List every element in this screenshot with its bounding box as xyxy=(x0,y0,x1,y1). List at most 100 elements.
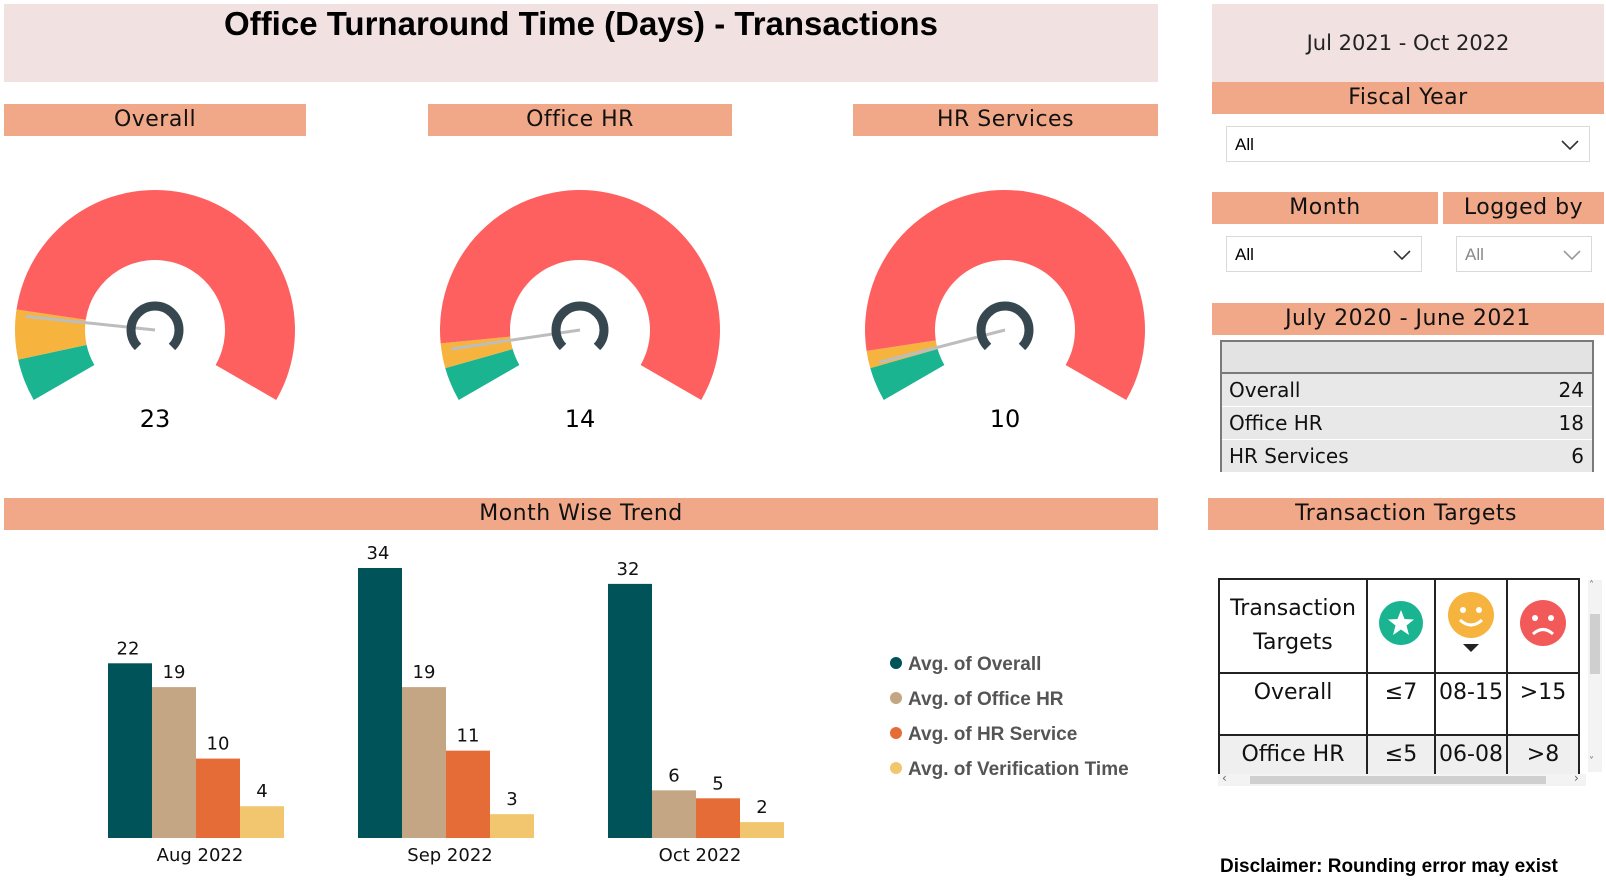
target-good-value: ≤7 xyxy=(1366,672,1436,736)
trend-header: Month Wise Trend xyxy=(4,498,1158,530)
bar xyxy=(696,798,740,838)
bar xyxy=(152,687,196,838)
table-row: HR Services 6 xyxy=(1222,440,1592,473)
bar xyxy=(196,758,240,838)
row-value: 6 xyxy=(1571,444,1584,468)
bar xyxy=(490,814,534,838)
bar xyxy=(108,663,152,838)
scroll-left-icon[interactable]: ‹ xyxy=(1222,771,1227,785)
legend-label: Avg. of Verification Time xyxy=(908,759,1129,780)
targets-header-label: Transaction Targets xyxy=(1218,578,1368,674)
scrollbar-thumb[interactable] xyxy=(1590,614,1600,674)
target-row-name: Office HR xyxy=(1218,734,1368,774)
targets-table: Transaction Targets Overall ≤7 08-15 >15… xyxy=(1218,578,1580,774)
data-label: 34 xyxy=(367,543,390,564)
bar xyxy=(358,568,402,838)
month-selected: All xyxy=(1235,245,1254,264)
fiscal-year-dropdown[interactable]: All xyxy=(1226,126,1590,162)
data-label: 19 xyxy=(413,662,436,683)
month-label: Month xyxy=(1212,192,1438,224)
legend-label: Avg. of Overall xyxy=(908,654,1042,675)
x-tick-label: Aug 2022 xyxy=(157,845,244,866)
data-label: 22 xyxy=(117,638,140,659)
page-title: Office Turnaround Time (Days) - Transact… xyxy=(224,5,938,42)
gauge-header-hr-services: HR Services xyxy=(853,104,1158,136)
data-label: 2 xyxy=(756,797,767,818)
chevron-down-icon xyxy=(1563,250,1581,261)
scroll-up-icon[interactable]: ˄ xyxy=(1589,580,1594,591)
gauge-hub xyxy=(126,301,184,351)
bar xyxy=(652,790,696,838)
star-icon xyxy=(1379,601,1423,645)
target-bad-value: >15 xyxy=(1506,672,1580,736)
data-label: 6 xyxy=(668,765,679,786)
table-row: Office HR ≤5 06-08 >8 xyxy=(1218,734,1580,774)
row-label: Overall xyxy=(1229,378,1301,402)
legend-item[interactable]: Avg. of Verification Time xyxy=(890,759,1129,781)
legend-item[interactable]: Avg. of Overall xyxy=(890,654,1041,676)
table-row: Overall ≤7 08-15 >15 xyxy=(1218,672,1580,736)
logged-by-label: Logged by xyxy=(1443,192,1604,224)
month-dropdown[interactable]: All xyxy=(1226,236,1422,272)
summary-table-header xyxy=(1222,342,1592,374)
logged-by-selected: All xyxy=(1465,245,1484,264)
data-label: 4 xyxy=(256,781,267,802)
scroll-down-icon[interactable]: ˅ xyxy=(1589,756,1594,767)
disclaimer-text: Disclaimer: Rounding error may exist xyxy=(1220,856,1558,877)
smiley-happy-icon xyxy=(1448,592,1494,652)
target-ok-value: 08-15 xyxy=(1434,672,1508,736)
chevron-down-icon xyxy=(1561,140,1579,151)
fiscal-year-selected: All xyxy=(1235,135,1254,154)
legend-dot xyxy=(890,692,902,704)
target-good-header xyxy=(1366,578,1436,674)
table-row: Office HR 18 xyxy=(1222,407,1592,440)
data-label: 32 xyxy=(617,559,640,580)
data-label: 19 xyxy=(163,662,186,683)
data-label: 11 xyxy=(457,726,480,747)
gauge-header-overall: Overall xyxy=(4,104,306,136)
data-label: 10 xyxy=(207,734,230,755)
legend-label: Avg. of HR Service xyxy=(908,724,1078,745)
row-value: 24 xyxy=(1558,378,1584,402)
transaction-targets-header: Transaction Targets xyxy=(1208,498,1604,530)
bar xyxy=(402,687,446,838)
legend-item[interactable]: Avg. of Office HR xyxy=(890,689,1064,711)
table-row: Transaction Targets xyxy=(1218,578,1580,674)
bar xyxy=(446,750,490,838)
gauge-office-hr[interactable] xyxy=(440,189,720,400)
target-row-name: Overall xyxy=(1218,672,1368,736)
logged-by-dropdown[interactable]: All xyxy=(1456,236,1592,272)
trend-bar-chart: 22 19 10 4 Aug 2022 34 19 11 3 Sep 2022 32 6 5 2 Oct 2… xyxy=(108,543,784,866)
horizontal-scrollbar[interactable]: ‹ › xyxy=(1218,771,1586,786)
gauge-overall[interactable] xyxy=(15,189,296,400)
vertical-scrollbar[interactable]: ˄ ˅ xyxy=(1588,580,1602,772)
bar xyxy=(240,806,284,838)
legend-dot xyxy=(890,657,902,669)
target-bad-header xyxy=(1506,578,1580,674)
legend-label: Avg. of Office HR xyxy=(908,689,1064,710)
smiley-sad-icon xyxy=(1520,600,1566,646)
legend-dot xyxy=(890,727,902,739)
target-good-value: ≤5 xyxy=(1366,734,1436,774)
row-label: HR Services xyxy=(1229,444,1349,468)
target-bad-value: >8 xyxy=(1506,734,1580,774)
date-range-label: Jul 2021 - Oct 2022 xyxy=(1212,4,1604,82)
scrollbar-thumb[interactable] xyxy=(1250,776,1546,784)
targets-table-container[interactable]: Transaction Targets Overall ≤7 08-15 >15… xyxy=(1218,578,1586,774)
gauge-value-hr-services: 10 xyxy=(989,405,1021,433)
x-tick-label: Sep 2022 xyxy=(407,845,492,866)
gauge-header-office-hr: Office HR xyxy=(428,104,732,136)
gauge-hr-services[interactable] xyxy=(865,189,1145,400)
summary-table: Overall 24 Office HR 18 HR Services 6 xyxy=(1220,340,1594,473)
scroll-right-icon[interactable]: › xyxy=(1574,771,1579,785)
data-label: 3 xyxy=(506,789,517,810)
bar xyxy=(740,822,784,838)
table-row: Overall 24 xyxy=(1222,374,1592,407)
target-ok-value: 06-08 xyxy=(1434,734,1508,774)
target-ok-header xyxy=(1434,578,1508,674)
gauge-hub xyxy=(551,301,609,351)
gauge-value-overall: 23 xyxy=(139,405,171,433)
gauge-value-office-hr: 14 xyxy=(564,405,596,433)
legend-item[interactable]: Avg. of HR Service xyxy=(890,724,1077,746)
fiscal-year-label: Fiscal Year xyxy=(1212,82,1604,114)
